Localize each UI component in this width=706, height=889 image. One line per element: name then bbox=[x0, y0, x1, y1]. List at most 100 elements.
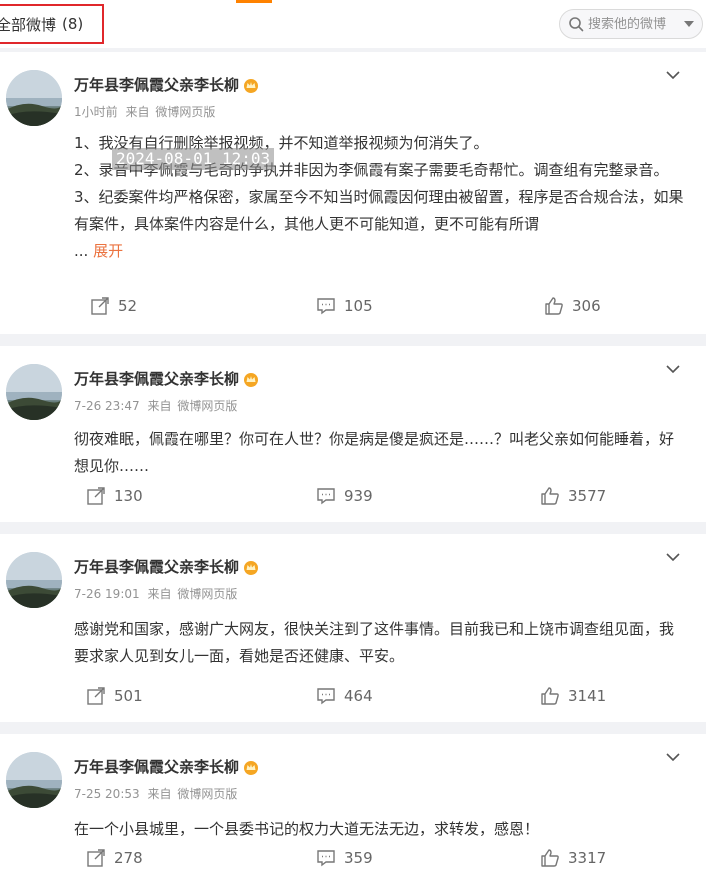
post-source: 微博网页版 bbox=[177, 399, 238, 413]
post-time[interactable]: 7-26 19:01 bbox=[74, 587, 140, 601]
avatar[interactable] bbox=[6, 752, 62, 808]
post-card: 万年县李佩霞父亲李长柳 7-26 23:47 来自 微博网页版 彻夜难眠，佩霞在… bbox=[0, 346, 706, 522]
tab-all-label: 全部微博 bbox=[0, 15, 57, 34]
post-time[interactable]: 1小时前 bbox=[74, 105, 118, 119]
source-prefix: 来自 bbox=[147, 787, 172, 801]
avatar[interactable] bbox=[6, 552, 62, 608]
comment-count: 359 bbox=[344, 849, 373, 867]
author-name: 万年县李佩霞父亲李长柳 bbox=[74, 76, 240, 94]
repost-button[interactable]: 278 bbox=[86, 848, 143, 868]
post-text-line: 在一个小县城里，一个县委书记的权力大道无法无边，求转发，感恩！ bbox=[74, 820, 540, 838]
chevron-down-icon[interactable] bbox=[666, 68, 680, 82]
crown-badge-icon bbox=[244, 760, 259, 775]
post-actions: 501 464 3141 bbox=[0, 686, 706, 716]
expand-link[interactable]: 展开 bbox=[93, 242, 123, 260]
tab-all-posts[interactable]: 全部微博 (8) bbox=[0, 4, 104, 44]
avatar-landscape-image bbox=[6, 552, 62, 608]
post-meta: 7-25 20:53 来自 微博网页版 bbox=[74, 785, 237, 802]
chevron-down-icon[interactable] bbox=[684, 21, 694, 27]
comment-icon bbox=[317, 298, 335, 315]
comment-icon bbox=[317, 488, 335, 505]
post-meta: 1小时前 来自 微博网页版 bbox=[74, 103, 215, 120]
comment-count: 464 bbox=[344, 687, 373, 705]
author-name: 万年县李佩霞父亲李长柳 bbox=[74, 758, 240, 776]
repost-icon bbox=[87, 687, 105, 705]
like-count: 3577 bbox=[568, 487, 607, 505]
post-card: 万年县李佩霞父亲李长柳 1小时前 来自 微博网页版 1、我没有自行删除举报视频，… bbox=[0, 52, 706, 334]
post-meta: 7-26 19:01 来自 微博网页版 bbox=[74, 585, 237, 602]
repost-button[interactable]: 52 bbox=[90, 296, 137, 316]
avatar-landscape-image bbox=[6, 364, 62, 420]
post-content: 感谢党和国家，感谢广大网友，很快关注到了这件事情。目前我已和上饶市调查组见面，我… bbox=[74, 616, 686, 670]
post-actions: 52 105 306 bbox=[0, 296, 706, 326]
repost-icon bbox=[87, 487, 105, 505]
post-time[interactable]: 7-25 20:53 bbox=[74, 787, 140, 801]
repost-count: 52 bbox=[118, 297, 138, 315]
post-meta: 7-26 23:47 来自 微博网页版 bbox=[74, 397, 237, 414]
post-author[interactable]: 万年县李佩霞父亲李长柳 bbox=[74, 74, 260, 95]
active-tab-indicator bbox=[236, 0, 272, 3]
like-button[interactable]: 3141 bbox=[540, 686, 606, 706]
repost-button[interactable]: 130 bbox=[86, 486, 143, 506]
comment-count: 105 bbox=[344, 297, 373, 315]
post-card: 万年县李佩霞父亲李长柳 7-25 20:53 来自 微博网页版 在一个小县城里，… bbox=[0, 734, 706, 889]
repost-count: 501 bbox=[114, 687, 143, 705]
like-count: 3317 bbox=[568, 849, 607, 867]
like-button[interactable]: 306 bbox=[544, 296, 601, 316]
search-input[interactable] bbox=[588, 16, 682, 32]
repost-count: 130 bbox=[114, 487, 143, 505]
comment-icon bbox=[317, 688, 335, 705]
post-author[interactable]: 万年县李佩霞父亲李长柳 bbox=[74, 368, 260, 389]
repost-count: 278 bbox=[114, 849, 143, 867]
comment-icon bbox=[317, 850, 335, 867]
avatar[interactable] bbox=[6, 70, 62, 126]
search-box[interactable] bbox=[559, 9, 703, 39]
post-actions: 278 359 3317 bbox=[0, 848, 706, 878]
author-name: 万年县李佩霞父亲李长柳 bbox=[74, 558, 240, 576]
comment-count: 939 bbox=[344, 487, 373, 505]
source-prefix: 来自 bbox=[147, 399, 172, 413]
like-icon bbox=[541, 487, 559, 505]
repost-icon bbox=[87, 849, 105, 867]
like-icon bbox=[541, 849, 559, 867]
ellipsis: ... bbox=[74, 242, 89, 260]
like-button[interactable]: 3577 bbox=[540, 486, 606, 506]
post-content: 在一个小县城里，一个县委书记的权力大道无法无边，求转发，感恩！ bbox=[74, 816, 686, 843]
post-text-line: 彻夜难眠，佩霞在哪里？你可在人世？你是病是傻是疯还是……？叫老父亲如何能睡着，好… bbox=[74, 430, 675, 475]
chevron-down-icon[interactable] bbox=[666, 550, 680, 564]
post-text-line: 感谢党和国家，感谢广大网友，很快关注到了这件事情。目前我已和上饶市调查组见面，我… bbox=[74, 620, 675, 665]
post-source: 微博网页版 bbox=[155, 105, 216, 119]
crown-badge-icon bbox=[244, 78, 259, 93]
profile-feed-header: 全部微博 (8) bbox=[0, 0, 706, 48]
chevron-down-icon[interactable] bbox=[666, 362, 680, 376]
overlay-timestamp: 2024-08-01 12:03 bbox=[112, 148, 275, 170]
repost-button[interactable]: 501 bbox=[86, 686, 143, 706]
comment-button[interactable]: 105 bbox=[316, 296, 373, 316]
source-prefix: 来自 bbox=[125, 105, 150, 119]
tab-all-count: (8) bbox=[62, 15, 84, 33]
post-author[interactable]: 万年县李佩霞父亲李长柳 bbox=[74, 756, 260, 777]
like-icon bbox=[541, 687, 559, 705]
repost-icon bbox=[91, 297, 109, 315]
comment-button[interactable]: 939 bbox=[316, 486, 373, 506]
source-prefix: 来自 bbox=[147, 587, 172, 601]
post-actions: 130 939 3577 bbox=[0, 486, 706, 516]
comment-button[interactable]: 359 bbox=[316, 848, 373, 868]
crown-badge-icon bbox=[244, 372, 259, 387]
post-card: 万年县李佩霞父亲李长柳 7-26 19:01 来自 微博网页版 感谢党和国家，感… bbox=[0, 534, 706, 722]
comment-button[interactable]: 464 bbox=[316, 686, 373, 706]
like-count: 306 bbox=[572, 297, 601, 315]
crown-badge-icon bbox=[244, 560, 259, 575]
post-source: 微博网页版 bbox=[177, 787, 238, 801]
like-count: 3141 bbox=[568, 687, 607, 705]
author-name: 万年县李佩霞父亲李长柳 bbox=[74, 370, 240, 388]
like-button[interactable]: 3317 bbox=[540, 848, 606, 868]
avatar[interactable] bbox=[6, 364, 62, 420]
post-text-line: 3、纪委案件均严格保密，家属至今不知当时佩霞因何理由被留置，程序是否合规合法，如… bbox=[74, 188, 684, 233]
post-source: 微博网页版 bbox=[177, 587, 238, 601]
post-author[interactable]: 万年县李佩霞父亲李长柳 bbox=[74, 556, 260, 577]
post-time[interactable]: 7-26 23:47 bbox=[74, 399, 140, 413]
avatar-landscape-image bbox=[6, 752, 62, 808]
chevron-down-icon[interactable] bbox=[666, 750, 680, 764]
post-content: 彻夜难眠，佩霞在哪里？你可在人世？你是病是傻是疯还是……？叫老父亲如何能睡着，好… bbox=[74, 426, 686, 480]
